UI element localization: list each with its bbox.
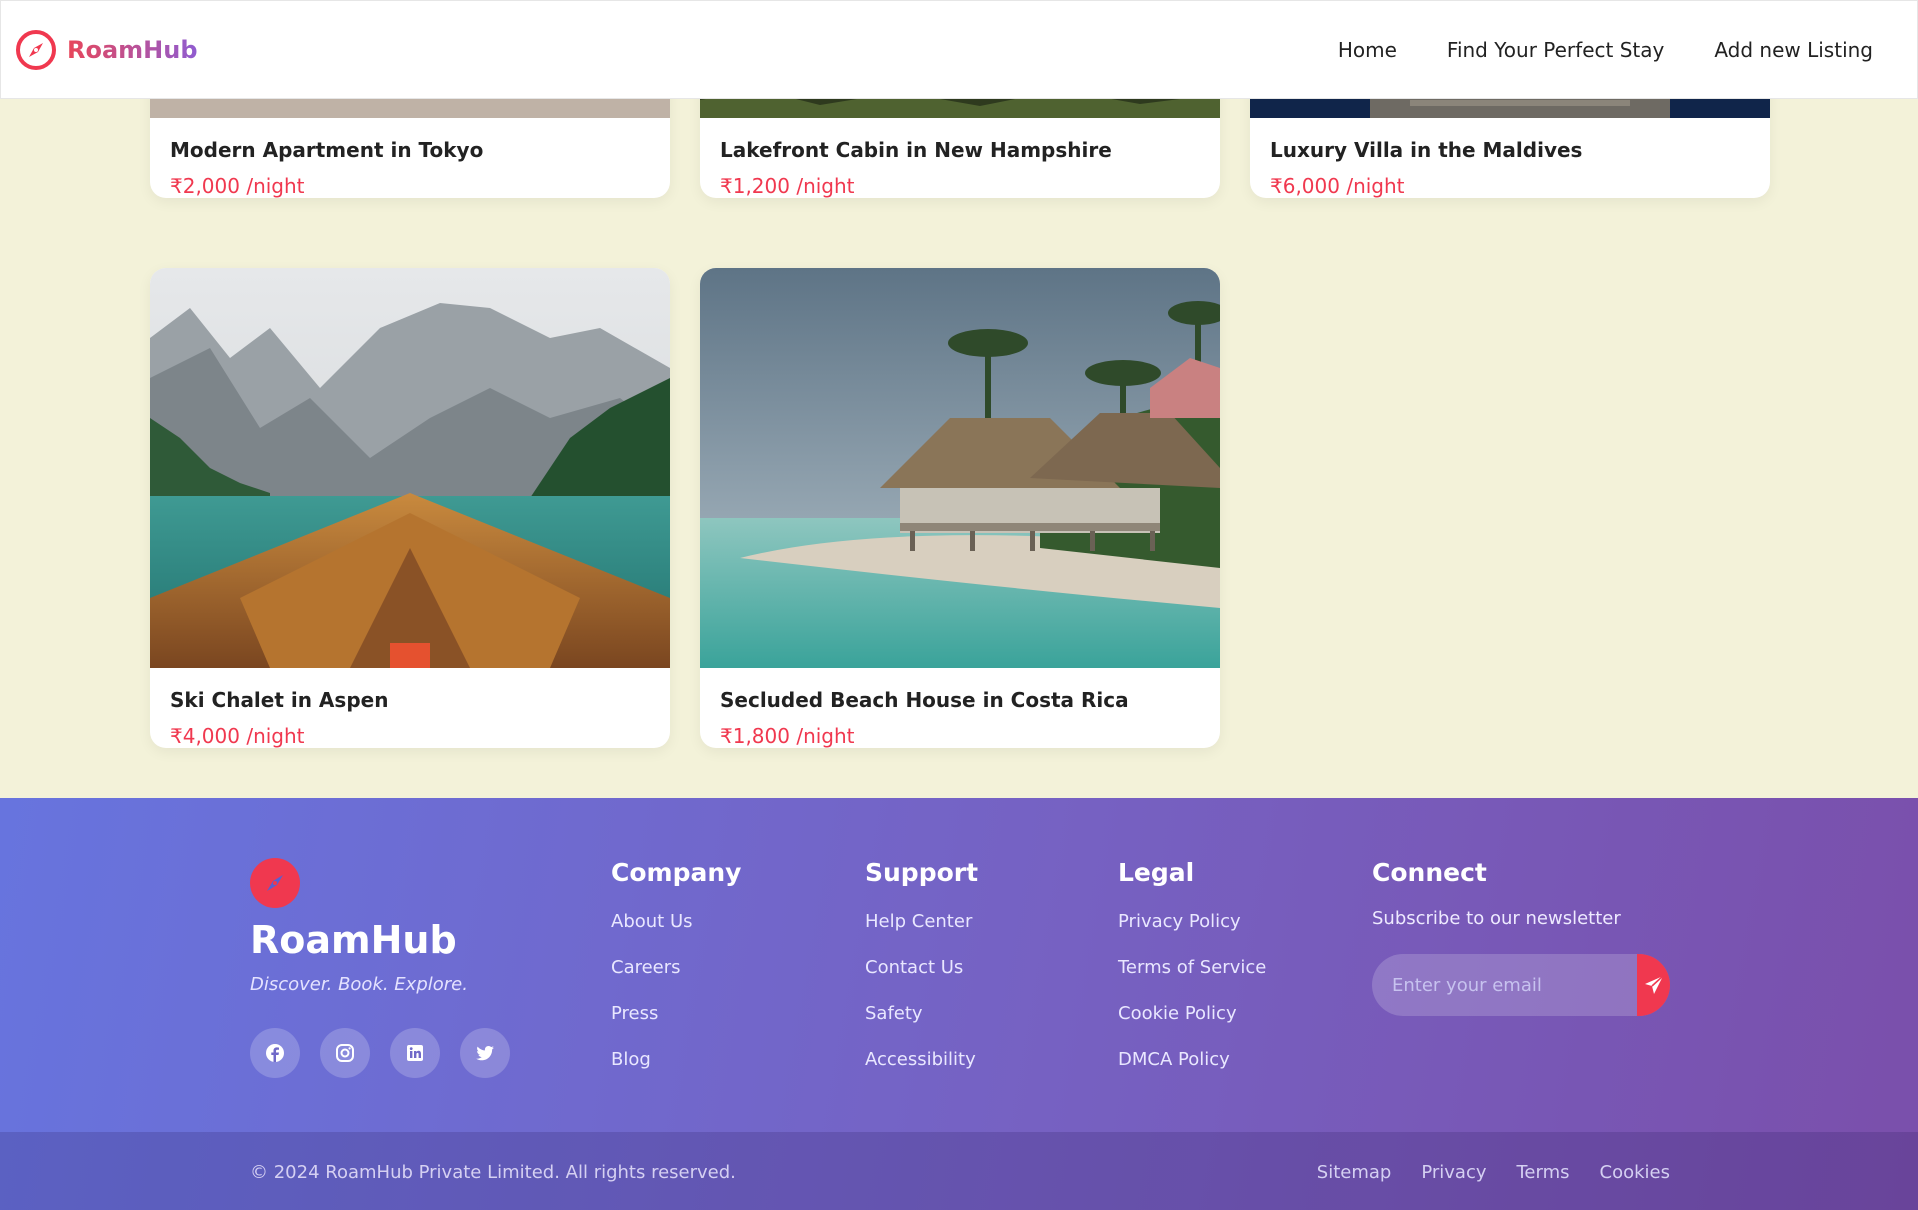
footer-bottom-links: Sitemap Privacy Terms Cookies [1317,1162,1670,1183]
footer-link[interactable]: Cookie Policy [1118,1003,1266,1049]
brand-name: RoamHub [67,35,198,64]
newsletter-submit-button[interactable] [1637,954,1670,1016]
listing-photo [150,268,670,668]
footer-link[interactable]: Privacy Policy [1118,911,1266,957]
listing-price: ₹4,000 /night [170,724,305,748]
cookies-link[interactable]: Cookies [1600,1162,1670,1183]
footer-link[interactable]: Accessibility [865,1049,976,1095]
footer-link[interactable]: Press [611,1003,693,1049]
social-links [250,1028,510,1078]
facebook-link[interactable] [250,1028,300,1078]
footer-tagline: Discover. Book. Explore. [250,974,468,995]
footer-col-support: Help Center Contact Us Safety Accessibil… [865,911,976,1095]
twitter-icon [476,1046,494,1061]
site-footer: RoamHub Discover. Book. Explore. Company… [0,798,1918,1210]
footer-link[interactable]: DMCA Policy [1118,1049,1266,1095]
footer-col-title-connect: Connect [1372,858,1487,887]
privacy-link[interactable]: Privacy [1421,1162,1486,1183]
terms-link[interactable]: Terms [1517,1162,1570,1183]
nav-home-link[interactable]: Home [1338,38,1397,62]
twitter-link[interactable] [460,1028,510,1078]
footer-col-title-legal: Legal [1118,858,1195,887]
listing-price: ₹2,000 /night [170,174,305,198]
linkedin-icon [407,1045,423,1061]
footer-brand: RoamHub [250,918,457,962]
listing-card-aspen[interactable]: Ski Chalet in Aspen ₹4,000 /night [150,268,670,748]
footer-link[interactable]: Safety [865,1003,976,1049]
footer-link[interactable]: Blog [611,1049,693,1095]
linkedin-link[interactable] [390,1028,440,1078]
brand-link[interactable]: RoamHub [15,29,198,71]
nav-links: Home Find Your Perfect Stay Add new List… [1338,38,1873,62]
sitemap-link[interactable]: Sitemap [1317,1162,1392,1183]
listing-title: Ski Chalet in Aspen [170,688,389,712]
footer-link[interactable]: Contact Us [865,957,976,1003]
footer-col-legal: Privacy Policy Terms of Service Cookie P… [1118,911,1266,1095]
listing-photo [700,268,1220,668]
facebook-icon [266,1044,284,1062]
send-icon [1644,975,1664,994]
instagram-icon [336,1044,354,1062]
newsletter-email-input[interactable] [1372,954,1637,1016]
listing-title: Lakefront Cabin in New Hampshire [720,138,1112,162]
footer-col-title-company: Company [611,858,742,887]
footer-link[interactable]: Terms of Service [1118,957,1266,1003]
footer-link[interactable]: Help Center [865,911,976,957]
compass-icon [250,858,300,908]
listing-price: ₹1,800 /night [720,724,855,748]
listing-price: ₹1,200 /night [720,174,855,198]
copyright-text: © 2024 RoamHub Private Limited. All righ… [250,1162,736,1183]
newsletter-subtitle: Subscribe to our newsletter [1372,908,1621,929]
footer-bottom-bar: © 2024 RoamHub Private Limited. All righ… [0,1132,1918,1210]
listing-title: Luxury Villa in the Maldives [1270,138,1583,162]
compass-icon [16,29,56,70]
footer-col-company: About Us Careers Press Blog [611,911,693,1095]
listing-card-costa-rica[interactable]: Secluded Beach House in Costa Rica ₹1,80… [700,268,1220,748]
footer-col-title-support: Support [865,858,979,887]
instagram-link[interactable] [320,1028,370,1078]
footer-link[interactable]: About Us [611,911,693,957]
listing-title: Modern Apartment in Tokyo [170,138,484,162]
footer-link[interactable]: Careers [611,957,693,1003]
newsletter-form [1372,954,1670,1016]
nav-find-stay-link[interactable]: Find Your Perfect Stay [1447,38,1664,62]
top-navbar: RoamHub Home Find Your Perfect Stay Add … [0,0,1918,99]
listing-title: Secluded Beach House in Costa Rica [720,688,1129,712]
listing-price: ₹6,000 /night [1270,174,1405,198]
nav-add-listing-link[interactable]: Add new Listing [1714,38,1873,62]
